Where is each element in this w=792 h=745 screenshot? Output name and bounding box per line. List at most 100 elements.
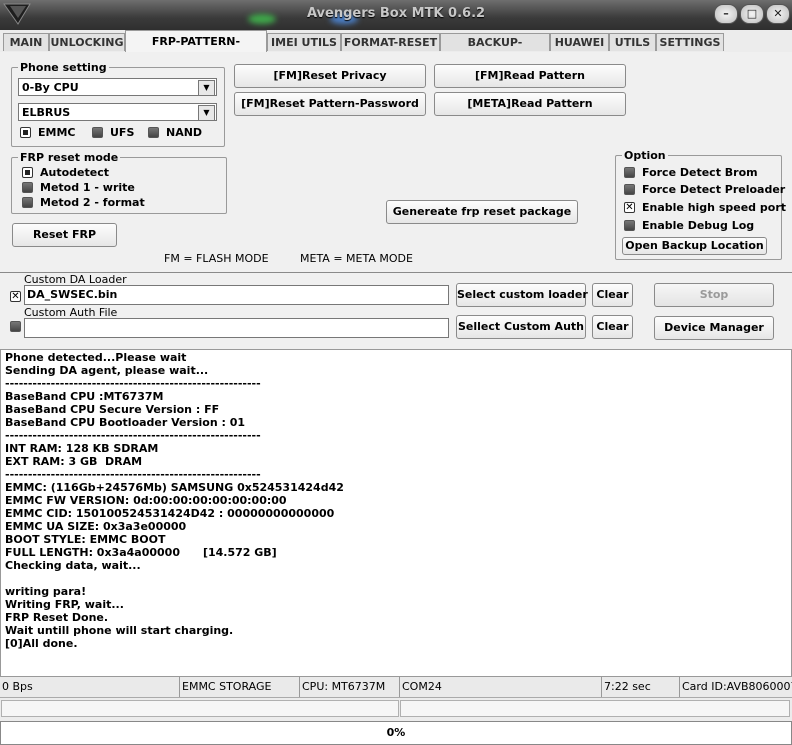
stop-button[interactable]: Stop	[654, 283, 774, 307]
custom-da-loader-checkbox[interactable]: ✕	[10, 291, 21, 302]
status-panel-right	[400, 700, 790, 717]
nand-radio[interactable]	[148, 127, 159, 138]
tab-huawei[interactable]: HUAWEI	[550, 33, 609, 51]
ufs-radio[interactable]	[92, 127, 103, 138]
log-line: Wait untill phone will start charging.	[5, 624, 234, 637]
log-line: BaseBand CPU Bootloader Version : 01	[5, 416, 246, 429]
autodetect-label: Autodetect	[40, 166, 109, 179]
cpu-select-value: 0-By CPU	[22, 81, 79, 94]
log-line: BOOT STYLE: EMMC BOOT	[5, 533, 166, 546]
select-custom-loader-button[interactable]: Select custom loader	[456, 283, 588, 307]
window-controls: – □ ✕	[714, 4, 790, 24]
tab-utils[interactable]: UTILS	[609, 33, 656, 51]
status-panel-left	[1, 700, 399, 717]
log-line: EMMC UA SIZE: 0x3a3e00000	[5, 520, 187, 533]
tab-imei-utils[interactable]: IMEI UTILS	[267, 33, 341, 51]
ufs-label: UFS	[110, 126, 135, 139]
metod2-label: Metod 2 - format	[40, 196, 145, 209]
metod1-radio[interactable]	[22, 182, 33, 193]
tab-unlocking[interactable]: UNLOCKING	[49, 33, 125, 51]
title-bar: Avengers Box MTK 0.6.2 – □ ✕	[0, 0, 792, 30]
meta-note: META = META MODE	[300, 252, 413, 265]
log-line: [0]All done.	[5, 637, 78, 650]
custom-da-panel: Custom DA Loader ✕ DA_SWSEC.bin Select c…	[0, 272, 792, 349]
nand-label: NAND	[166, 126, 203, 139]
status-port: COM24	[400, 677, 602, 697]
status-bar: 0 Bps EMMC STORAGE CPU: MT6737M COM24 7:…	[0, 676, 792, 697]
force-detect-preloader-label: Force Detect Preloader	[642, 183, 786, 196]
status-storage: EMMC STORAGE	[180, 677, 300, 697]
custom-auth-checkbox[interactable]	[10, 321, 21, 332]
reset-frp-button[interactable]: Reset FRP	[12, 223, 117, 247]
log-line: BaseBand CPU Secure Version : FF	[5, 403, 220, 416]
progress-label: 0%	[386, 726, 406, 739]
status-card-id: Card ID:AVB8060007	[682, 680, 792, 693]
reset-privacy-button[interactable]: [FM]Reset Privacy	[234, 64, 426, 88]
log-line: BaseBand CPU :MT6737M	[5, 390, 164, 403]
status-speed: 0 Bps	[0, 677, 180, 697]
log-line: Phone detected...Please wait	[5, 351, 187, 364]
debug-log-label: Enable Debug Log	[642, 219, 755, 232]
log-line: FULL LENGTH: 0x3a4a00000 [14.572 GB]	[5, 546, 277, 559]
force-detect-brom-checkbox[interactable]	[624, 167, 635, 178]
log-line: INT RAM: 128 KB SDRAM	[5, 442, 159, 455]
log-line: Sending DA agent, please wait...	[5, 364, 209, 377]
chevron-down-icon[interactable]: ▼	[198, 80, 215, 96]
fm-note: FM = FLASH MODE	[164, 252, 269, 265]
log-line: FRP Reset Done.	[5, 611, 109, 624]
chevron-down-icon[interactable]: ▼	[198, 105, 215, 121]
status-cpu: CPU: MT6737M	[300, 677, 400, 697]
select-custom-auth-button[interactable]: Sellect Custom Auth	[456, 315, 586, 339]
high-speed-port-label: Enable high speed port	[642, 201, 786, 214]
tab-main[interactable]: MAIN	[3, 33, 49, 51]
frp-reset-mode-legend: FRP reset mode	[20, 151, 119, 164]
close-icon[interactable]: ✕	[766, 4, 790, 24]
log-line: EMMC CID: 150100524531424D42 : 000000000…	[5, 507, 335, 520]
model-select[interactable]: ELBRUS ▼	[18, 103, 217, 121]
tab-bar: MAIN UNLOCKING FRP-PATTERN-PRIVACY IMEI …	[0, 30, 792, 69]
clear-auth-button[interactable]: Clear	[592, 315, 633, 339]
log-line: EMMC: (116Gb+24576Mb) SAMSUNG 0x52453142…	[5, 481, 344, 494]
option-legend: Option	[624, 149, 666, 162]
force-detect-brom-label: Force Detect Brom	[642, 166, 758, 179]
log-line: Checking data, wait...	[5, 559, 141, 572]
tab-format-reset[interactable]: FORMAT-RESET	[341, 33, 440, 51]
meta-read-pattern-button[interactable]: [META]Read Pattern	[434, 92, 626, 116]
metod2-radio[interactable]	[22, 197, 33, 208]
progress-bar: 0%	[0, 721, 792, 745]
cpu-select[interactable]: 0-By CPU ▼	[18, 78, 217, 96]
log-line: EXT RAM: 3 GB DRAM	[5, 455, 143, 468]
high-speed-port-checkbox[interactable]: ✕	[624, 202, 635, 213]
debug-log-checkbox[interactable]	[624, 220, 635, 231]
autodetect-radio[interactable]	[22, 167, 33, 178]
device-manager-button[interactable]: Device Manager	[654, 316, 774, 340]
tab-backup-restore[interactable]: BACKUP-RESTORE	[440, 33, 550, 66]
da-loader-field[interactable]: DA_SWSEC.bin	[24, 285, 449, 305]
clear-loader-button[interactable]: Clear	[592, 283, 633, 307]
log-output[interactable]: Phone detected...Please wait Sending DA a…	[0, 349, 792, 677]
minimize-icon[interactable]: –	[714, 4, 738, 24]
log-line: ----------------------------------------…	[5, 468, 261, 481]
tab-frp-pattern-privacy[interactable]: FRP-PATTERN-PRIVACY	[125, 30, 267, 69]
window-title: Avengers Box MTK 0.6.2	[306, 6, 486, 21]
log-line: Writing FRP, wait...	[5, 598, 124, 611]
reset-pattern-password-button[interactable]: [FM]Reset Pattern-Password	[234, 92, 426, 116]
model-select-value: ELBRUS	[22, 106, 71, 119]
auth-file-field[interactable]	[24, 318, 449, 338]
read-pattern-button[interactable]: [FM]Read Pattern	[434, 64, 626, 88]
status-time: 7:22 sec	[602, 677, 680, 697]
secondary-status-bar	[0, 697, 792, 720]
metod1-label: Metod 1 - write	[40, 181, 135, 194]
open-backup-location-button[interactable]: Open Backup Location	[622, 237, 767, 255]
phone-setting-legend: Phone setting	[20, 61, 107, 74]
emmc-label: EMMC	[38, 126, 76, 139]
tab-settings[interactable]: SETTINGS	[656, 33, 724, 51]
log-line: EMMC FW VERSION: 0d:00:00:00:00:00:00:00	[5, 494, 287, 507]
log-line: writing para!	[5, 585, 87, 598]
force-detect-preloader-checkbox[interactable]	[624, 184, 635, 195]
generate-frp-package-button[interactable]: Genereate frp reset package	[386, 200, 578, 224]
frp-panel: Phone setting 0-By CPU ▼ ELBRUS ▼ EMMC U…	[0, 52, 792, 272]
emmc-radio[interactable]	[20, 127, 31, 138]
log-line: ----------------------------------------…	[5, 377, 261, 390]
maximize-icon[interactable]: □	[740, 4, 764, 24]
